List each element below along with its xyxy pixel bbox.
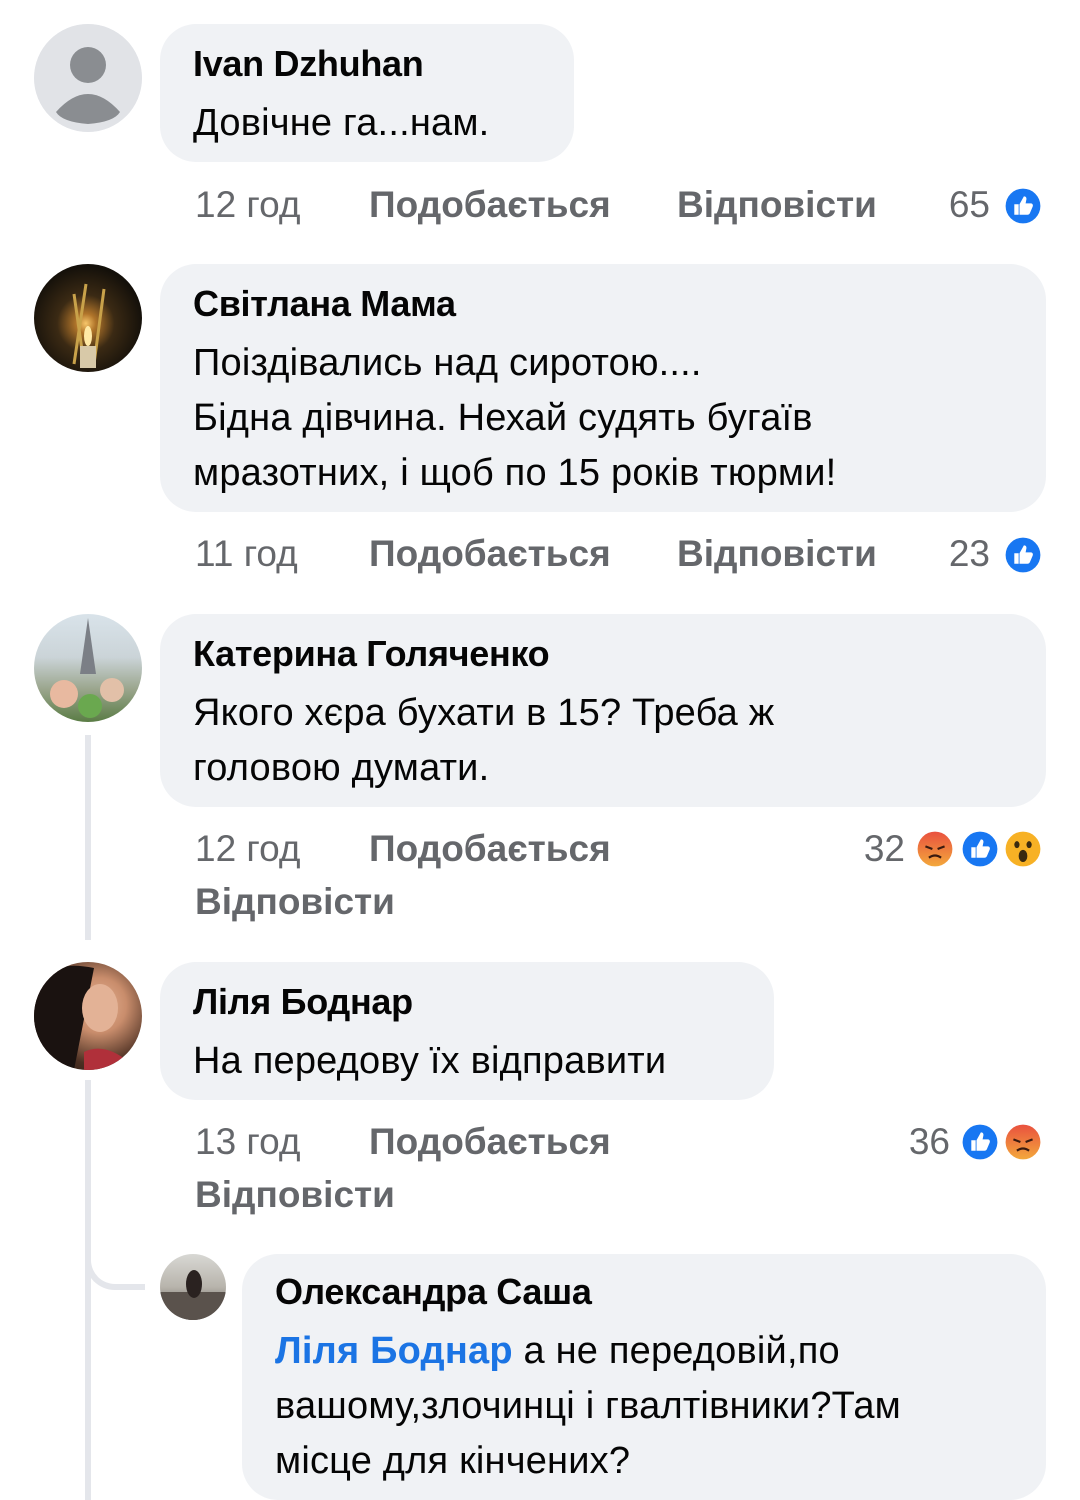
- like-icon: [957, 1119, 1003, 1165]
- reply-author[interactable]: Олександра Саша: [275, 1270, 1014, 1314]
- reaction-count[interactable]: 36: [875, 1119, 950, 1165]
- reply-button[interactable]: Відповісти: [677, 531, 877, 577]
- like-icon: [1000, 532, 1046, 578]
- comment-text: Довічне га...нам.: [193, 102, 490, 144]
- comment-time[interactable]: 11 год: [195, 531, 298, 577]
- comment-text: Якого хєра бухати в 15? Треба ж головою …: [193, 692, 775, 789]
- reply-button[interactable]: Відповісти: [195, 1172, 395, 1218]
- reaction-count[interactable]: 23: [920, 531, 990, 577]
- comment-author[interactable]: Світлана Мама: [193, 282, 1014, 326]
- mention-link[interactable]: Ліля Боднар: [275, 1330, 513, 1372]
- comment-text: Поіздівались над сиротою.... Бідна дівчи…: [193, 342, 837, 494]
- angry-icon: [1000, 1119, 1046, 1165]
- comment-text: На передову їх відправити: [193, 1040, 667, 1082]
- default-avatar-icon: [34, 24, 142, 132]
- angry-icon: [912, 826, 958, 872]
- thread-line: [85, 1080, 91, 1500]
- comment-time[interactable]: 12 год: [195, 826, 300, 872]
- avatar[interactable]: [34, 24, 142, 132]
- comment-time[interactable]: 13 год: [195, 1119, 300, 1165]
- like-icon: [957, 826, 1003, 872]
- reaction-count[interactable]: 32: [830, 826, 905, 872]
- comment-author[interactable]: Ivan Dzhuhan: [193, 42, 542, 86]
- like-button[interactable]: Подобається: [369, 1119, 611, 1165]
- like-button[interactable]: Подобається: [369, 531, 611, 577]
- thread-connector: [85, 1230, 145, 1290]
- avatar[interactable]: [34, 614, 142, 722]
- reply-text: Ліля Боднар а не передовій,по вашому,зло…: [275, 1324, 1014, 1489]
- comment-author[interactable]: Катерина Голяченко: [193, 632, 1014, 676]
- like-button[interactable]: Подобається: [369, 182, 611, 228]
- candle-wheat-icon: [72, 283, 106, 368]
- profile-photo-icon: [34, 965, 129, 1070]
- profile-photo-icon: [160, 1270, 226, 1320]
- reply-button[interactable]: Відповісти: [195, 879, 395, 925]
- wow-icon: [1000, 826, 1046, 872]
- group-photo-icon: [50, 618, 124, 718]
- comment-bubble: Катерина Голяченко Якого хєра бухати в 1…: [160, 614, 1046, 807]
- avatar[interactable]: [34, 264, 142, 372]
- reply-bubble: Олександра Саша Ліля Боднар а не передов…: [242, 1254, 1046, 1500]
- like-button[interactable]: Подобається: [369, 826, 611, 872]
- comment-bubble: Світлана Мама Поіздівались над сиротою..…: [160, 264, 1046, 512]
- comment-bubble: Ivan Dzhuhan Довічне га...нам.: [160, 24, 574, 162]
- comment-author[interactable]: Ліля Боднар: [193, 980, 742, 1024]
- comment-time[interactable]: 12 год: [195, 182, 300, 228]
- avatar[interactable]: [34, 962, 142, 1070]
- avatar[interactable]: [160, 1254, 226, 1320]
- like-icon: [1000, 183, 1046, 229]
- reply-button[interactable]: Відповісти: [677, 182, 877, 228]
- thread-line: [85, 735, 91, 940]
- reaction-count[interactable]: 65: [920, 182, 990, 228]
- comment-bubble: Ліля Боднар На передову їх відправити: [160, 962, 774, 1100]
